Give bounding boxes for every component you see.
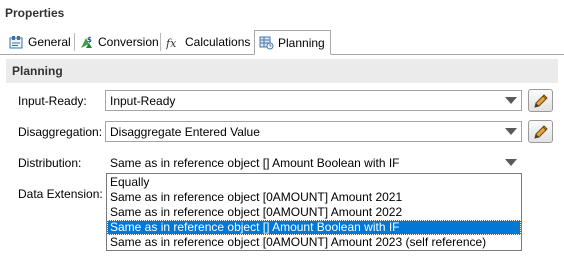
tab-conversion[interactable]: $ Conversion [79,31,159,53]
distribution-label: Distribution: [18,156,82,170]
pencil-icon [534,125,548,139]
distribution-value: Same as in reference object [] Amount Bo… [110,156,400,170]
disaggregation-label: Disaggregation: [18,125,103,139]
planning-icon [259,35,274,50]
tab-general-label: General [28,35,71,49]
tab-calculations-label: Calculations [185,35,251,49]
disaggregation-value: Disaggregate Entered Value [110,125,260,139]
section-header [6,59,558,83]
input-ready-value: Input-Ready [110,94,176,108]
chevron-down-icon[interactable] [505,159,517,166]
tab-planning[interactable]: Planning [254,30,331,55]
distribution-select[interactable]: Same as in reference object [] Amount Bo… [105,152,522,173]
conversion-icon: $ [79,35,94,50]
section-title: Planning [12,64,63,78]
dropdown-option[interactable]: Same as in reference object [0AMOUNT] Am… [107,190,521,205]
fx-icon: fx [165,35,181,50]
tab-separator [74,33,75,51]
input-ready-select[interactable]: Input-Ready [105,90,522,111]
properties-title: Properties [5,6,65,20]
input-ready-label: Input-Ready: [18,94,87,108]
tab-general[interactable]: General [9,31,71,53]
chevron-down-icon[interactable] [505,128,517,135]
tab-calculations[interactable]: fx Calculations [165,31,251,53]
chevron-down-icon[interactable] [505,97,517,104]
input-ready-edit-button[interactable] [528,89,553,112]
properties-header: Properties [0,0,564,28]
dropdown-option[interactable]: Same as in reference object [0AMOUNT] Am… [107,235,521,250]
dropdown-option[interactable]: Equally [107,175,521,190]
general-icon [9,35,24,50]
disaggregation-select[interactable]: Disaggregate Entered Value [105,121,522,142]
data-extension-label: Data Extension: [18,187,103,201]
dropdown-option-selected[interactable]: Same as in reference object [] Amount Bo… [107,220,521,235]
distribution-dropdown-list: Equally Same as in reference object [0AM… [106,173,522,251]
disaggregation-edit-button[interactable] [528,120,553,143]
tab-planning-label: Planning [278,35,325,50]
dropdown-option[interactable]: Same as in reference object [0AMOUNT] Am… [107,205,521,220]
pencil-icon [534,94,548,108]
tab-separator [160,33,161,51]
tab-conversion-label: Conversion [98,35,159,49]
svg-text:fx: fx [166,37,177,50]
svg-text:$: $ [87,36,92,44]
